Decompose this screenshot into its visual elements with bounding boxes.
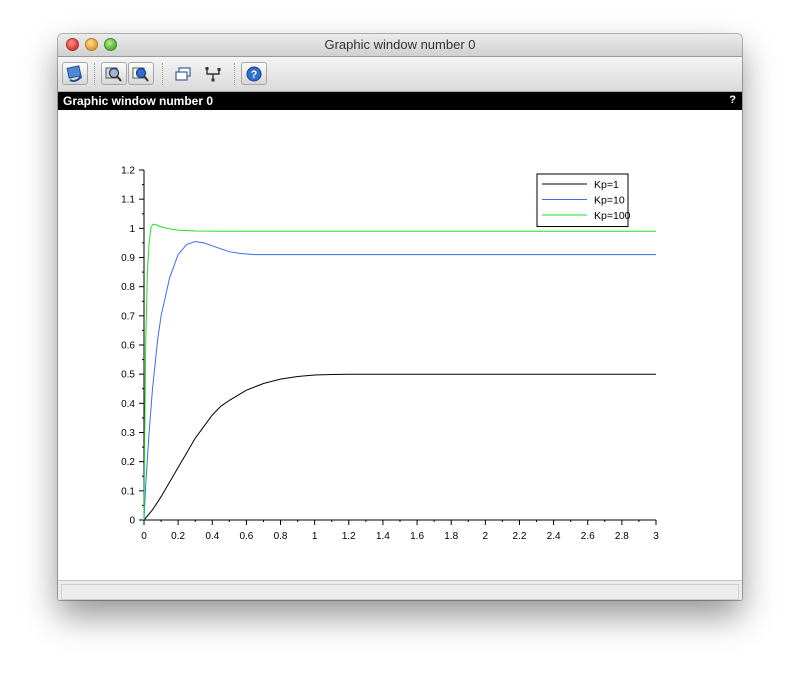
toolbar-separator [162, 63, 164, 85]
line-chart[interactable]: 0 0.1 0.2 0.3 0.4 0.5 0.6 0.7 0.8 0.9 1 1.1 1.2 0 0.2 0… [58, 110, 742, 580]
y-tick-label: 0.1 [121, 486, 135, 497]
zoom-icon [105, 67, 122, 82]
rotate-button[interactable] [62, 62, 88, 85]
y-tick-label: 0.2 [121, 457, 135, 468]
status-bar [58, 580, 742, 600]
y-tick-label: 1.1 [121, 195, 135, 206]
x-tick-label: 1 [312, 531, 318, 542]
help-icon: ? [246, 66, 262, 81]
panel-title: Graphic window number 0 [63, 94, 214, 108]
x-tick-label: 2.4 [547, 531, 561, 542]
panel-help-icon[interactable]: ? [729, 94, 736, 106]
x-tick-label: 1.6 [410, 531, 424, 542]
unzoom-icon [132, 67, 149, 82]
y-tick-label: 0.4 [121, 399, 135, 410]
status-field [61, 584, 739, 600]
y-tick-label: 0.3 [121, 428, 135, 439]
x-tick-label: 0.8 [274, 531, 288, 542]
series-line-3 [143, 223, 656, 521]
x-tick-label: 2.8 [615, 531, 629, 542]
y-tick-label: 0.5 [121, 370, 135, 381]
x-tick-label: 1.8 [444, 531, 458, 542]
legend-label: Kp=1 [594, 179, 619, 191]
plot-area[interactable]: 0 0.1 0.2 0.3 0.4 0.5 0.6 0.7 0.8 0.9 1 1.1 1.2 0 0.2 0… [58, 110, 742, 580]
y-tick-label: 0.9 [121, 253, 135, 264]
datatip-button[interactable] [200, 62, 226, 85]
dock-button[interactable] [170, 62, 196, 85]
svg-text:?: ? [251, 69, 258, 81]
y-tick-label: 1.2 [121, 166, 135, 177]
title-bar[interactable]: Graphic window number 0 [58, 34, 742, 57]
x-tick-label: 0.2 [171, 531, 185, 542]
legend-label: Kp=10 [594, 195, 625, 207]
rotate-icon [66, 64, 82, 82]
toolbar-separator [94, 63, 96, 85]
x-tick-label: 2.2 [513, 531, 527, 542]
y-tick-label: 0.8 [121, 282, 135, 293]
x-tick-label: 0.6 [239, 531, 253, 542]
legend: Kp=1 Kp=10 Kp=100 [536, 173, 631, 227]
figure-panel-header: Graphic window number 0 ? [58, 92, 742, 110]
help-button[interactable]: ? [241, 62, 267, 85]
legend-label: Kp=100 [594, 210, 631, 222]
graphic-window: Graphic window number 0 ? Graphic window… [58, 34, 742, 600]
window-title: Graphic window number 0 [324, 37, 476, 52]
datatip-icon [205, 66, 221, 81]
x-tick-label: 0 [141, 531, 147, 542]
y-tick-label: 0.7 [121, 311, 135, 322]
x-tick-label: 0.4 [205, 531, 219, 542]
x-tick-label: 1.4 [376, 531, 390, 542]
x-tick-label: 2.6 [581, 531, 595, 542]
x-tick-label: 3 [653, 531, 659, 542]
unzoom-button[interactable] [128, 62, 154, 85]
x-tick-label: 1.2 [342, 531, 356, 542]
x-tick-label: 2 [483, 531, 489, 542]
toolbar-separator [234, 63, 236, 85]
toolbar: ? [58, 57, 742, 92]
series-line-1 [143, 373, 656, 521]
series-line-2 [143, 240, 656, 521]
series-lines [143, 223, 656, 521]
zoom-button[interactable] [101, 62, 127, 85]
y-tick-label: 1 [129, 224, 135, 235]
y-tick-label: 0.6 [121, 341, 135, 352]
y-tick-label: 0 [129, 516, 135, 527]
windows-icon [175, 66, 191, 81]
